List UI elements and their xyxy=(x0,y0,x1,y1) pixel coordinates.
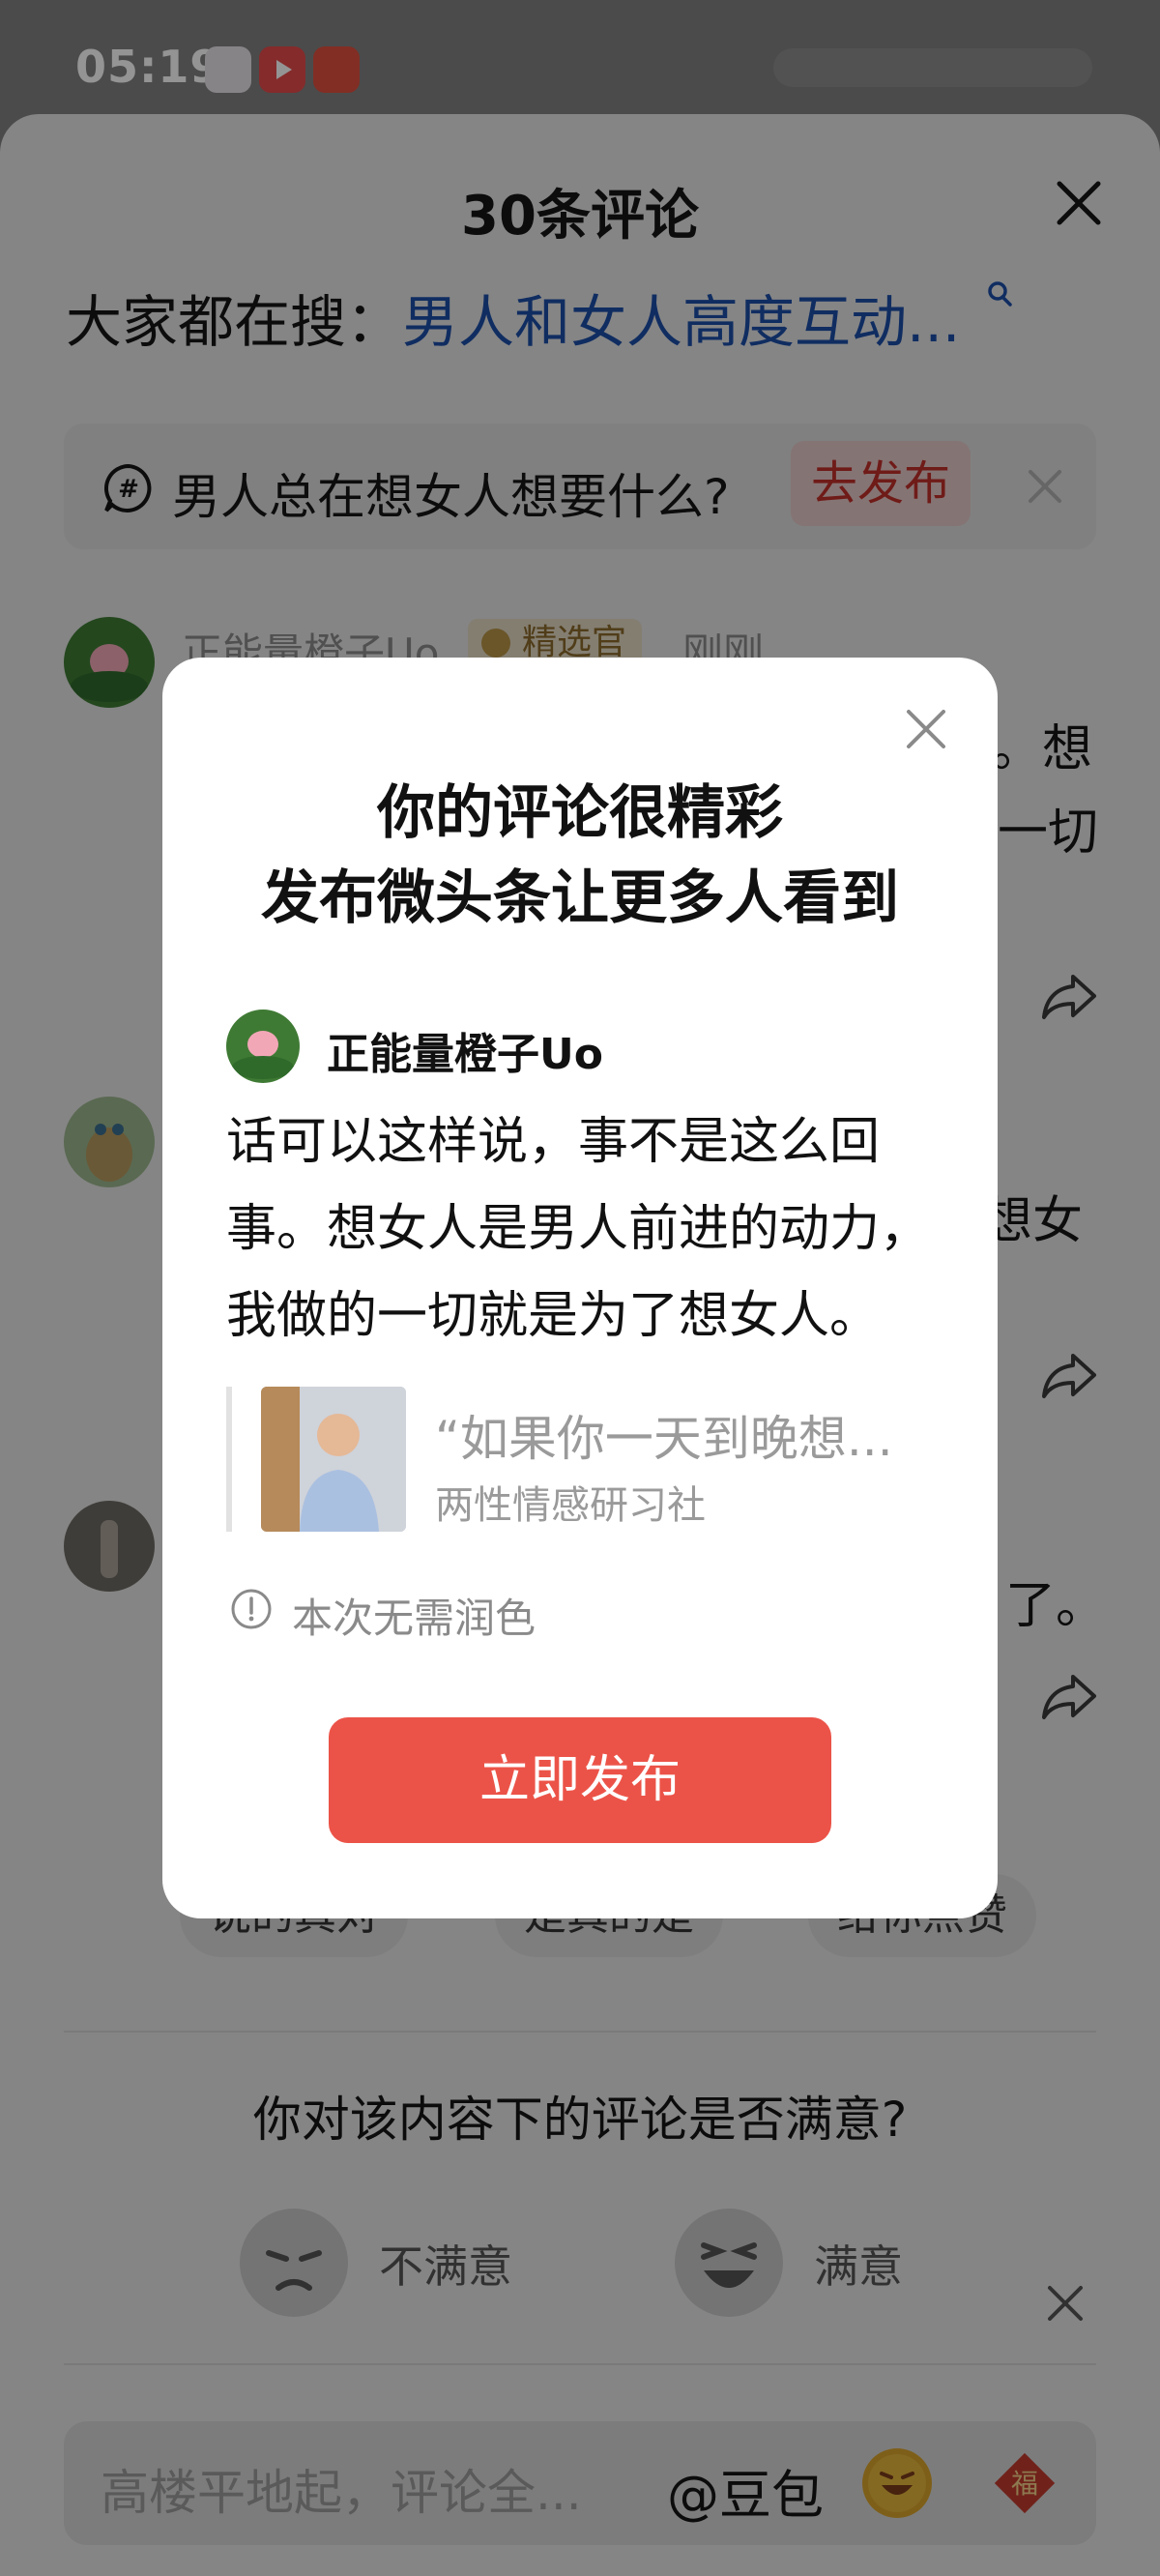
comment-line: 事。想女人是男人前进的动力， xyxy=(226,1200,931,1258)
polish-note-text: 本次无需润色 xyxy=(292,1595,536,1642)
publish-dialog: 你的评论很精彩 发布微头条让更多人看到 正能量橙子Uo 话可以这样说，事不是这么… xyxy=(162,658,998,1918)
comment-line: 我做的一切就是为了想女人。 xyxy=(226,1287,881,1345)
avatar xyxy=(226,1010,300,1083)
comment-line: 话可以这样说，事不是这么回 xyxy=(226,1113,881,1171)
close-icon[interactable] xyxy=(903,706,949,752)
quoted-article[interactable]: “如果你一天到晚想... 两性情感研习社 xyxy=(226,1387,942,1532)
dialog-subtitle: 发布微头条让更多人看到 xyxy=(261,864,899,932)
article-title: “如果你一天到晚想... xyxy=(435,1411,893,1467)
article-source: 两性情感研习社 xyxy=(435,1483,706,1528)
dialog-comment-text: 话可以这样说，事不是这么回 事。想女人是男人前进的动力， 我做的一切就是为了想女… xyxy=(226,1098,942,1360)
info-icon xyxy=(231,1589,272,1629)
publish-now-button[interactable]: 立即发布 xyxy=(329,1717,831,1843)
dialog-username: 正能量橙子Uo xyxy=(327,1030,603,1079)
article-thumbnail xyxy=(261,1387,406,1532)
dialog-title: 你的评论很精彩 xyxy=(377,779,783,847)
